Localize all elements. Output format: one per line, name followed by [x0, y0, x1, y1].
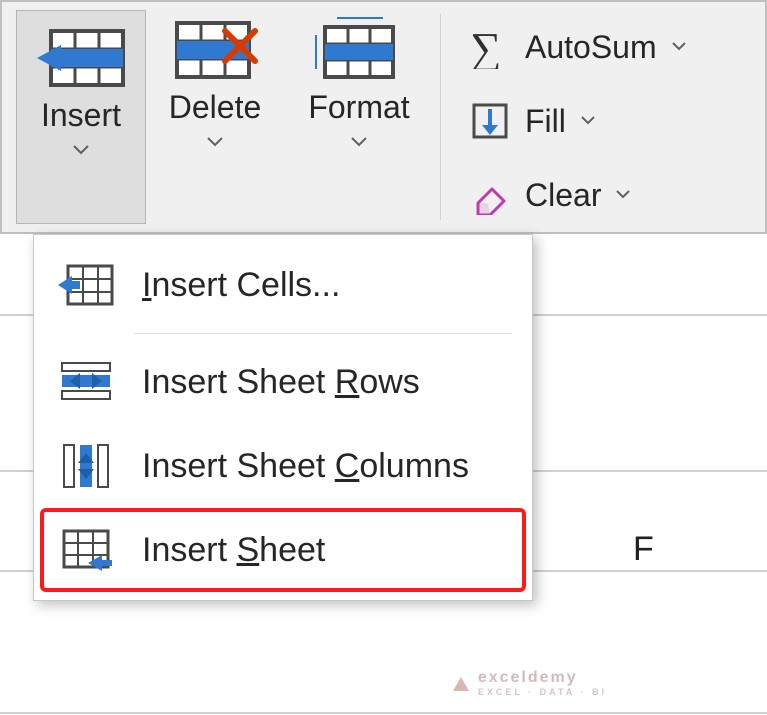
- watermark-tagline: EXCEL · DATA · BI: [478, 687, 607, 697]
- fill-dropdown-button[interactable]: Fill: [467, 98, 761, 144]
- delete-cells-icon: [171, 17, 259, 81]
- watermark: exceldemy EXCEL · DATA · BI: [450, 669, 607, 697]
- ribbon-editing-group: ∑ AutoSum Fill Clear: [447, 2, 765, 232]
- menu-insert-sheet-columns[interactable]: Insert Sheet Columns: [40, 424, 526, 508]
- insert-sheet-icon: [58, 526, 114, 574]
- format-cells-icon: [315, 17, 403, 81]
- delete-dropdown-button[interactable]: Delete: [146, 2, 284, 232]
- chevron-down-icon: [350, 130, 368, 153]
- insert-dropdown-button[interactable]: Insert: [16, 10, 146, 224]
- insert-label: Insert: [41, 97, 121, 134]
- format-label: Format: [308, 89, 409, 126]
- svg-text:∑: ∑: [470, 25, 501, 69]
- insert-cells-icon: [58, 261, 114, 309]
- chevron-down-icon: [206, 130, 224, 153]
- watermark-brand: exceldemy: [478, 669, 578, 686]
- insert-cells-icon: [37, 25, 125, 89]
- gridline: [0, 712, 767, 714]
- autosum-label: AutoSum: [525, 29, 657, 66]
- sigma-icon: ∑: [467, 24, 513, 70]
- clear-label: Clear: [525, 177, 601, 214]
- insert-dropdown-menu: Insert Cells... Insert Sheet Rows In: [33, 234, 533, 601]
- chevron-down-icon: [671, 38, 687, 56]
- menu-separator: [134, 333, 512, 334]
- menu-insert-cells[interactable]: Insert Cells...: [40, 243, 526, 327]
- delete-label: Delete: [169, 89, 262, 126]
- menu-insert-sheet-columns-label: Insert Sheet Columns: [142, 447, 469, 486]
- eraser-icon: [467, 172, 513, 218]
- menu-insert-sheet-label: Insert Sheet: [142, 531, 325, 570]
- menu-insert-sheet-rows-label: Insert Sheet Rows: [142, 363, 420, 402]
- chevron-down-icon: [615, 186, 631, 204]
- menu-insert-cells-label: Insert Cells...: [142, 266, 340, 305]
- chevron-down-icon: [580, 112, 596, 130]
- ribbon-cells-group: Insert Delete: [0, 0, 767, 234]
- format-dropdown-button[interactable]: Format: [284, 2, 434, 232]
- menu-insert-sheet[interactable]: Insert Sheet: [40, 508, 526, 592]
- chevron-down-icon: [72, 138, 90, 161]
- fill-down-icon: [467, 98, 513, 144]
- autosum-dropdown-button[interactable]: ∑ AutoSum: [467, 24, 761, 70]
- fill-label: Fill: [525, 103, 566, 140]
- menu-insert-sheet-rows[interactable]: Insert Sheet Rows: [40, 340, 526, 424]
- column-letter: F: [633, 530, 654, 569]
- clear-dropdown-button[interactable]: Clear: [467, 172, 761, 218]
- insert-columns-icon: [58, 442, 114, 490]
- insert-rows-icon: [58, 358, 114, 406]
- ribbon-separator: [440, 14, 441, 220]
